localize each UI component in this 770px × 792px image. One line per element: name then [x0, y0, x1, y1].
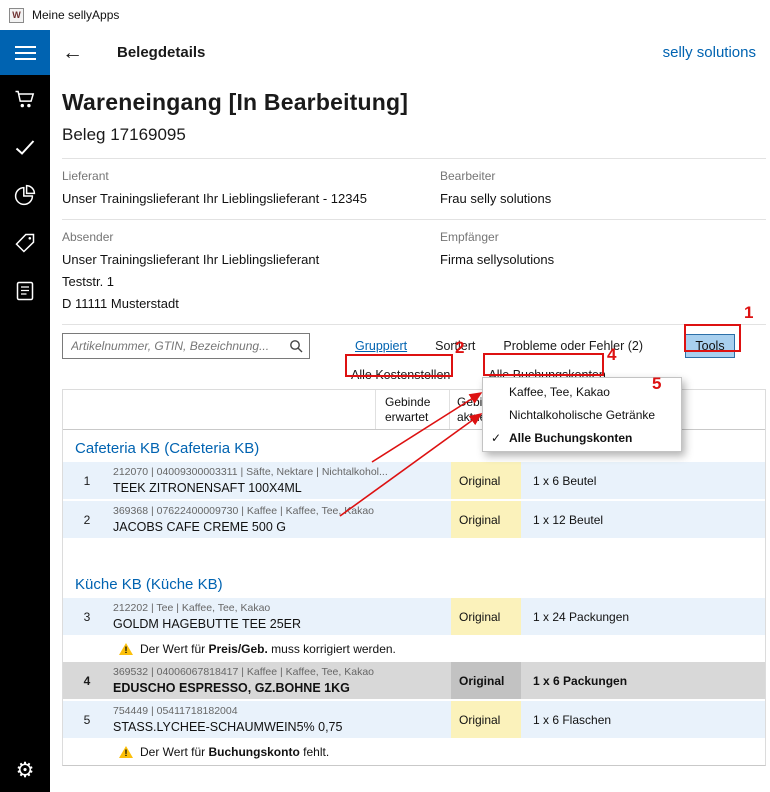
table-row[interactable]: 1 212070 | 04009300003311 | Säfte, Nekta…	[63, 462, 765, 501]
warning-row: Der Wert für Preis/Geb. muss korrigiert …	[63, 637, 765, 662]
absender-line1: Unser Trainingslieferant Ihr Lieblingsli…	[62, 249, 420, 271]
article-meta: 754449 | 05411718182004	[113, 705, 445, 717]
bearbeiter-label: Bearbeiter	[440, 169, 766, 183]
back-arrow-button[interactable]: ←	[62, 41, 92, 65]
absender-line3: D 11111 Musterstadt	[62, 293, 420, 315]
row-number: 2	[63, 501, 111, 538]
warning-icon	[119, 746, 133, 758]
article-name: EDUSCHO ESPRESSO, GZ.BOHNE 1KG	[113, 681, 445, 695]
status-cell[interactable]: Original	[451, 462, 521, 499]
warning-row: Der Wert für Buchungskonto fehlt.	[63, 740, 765, 765]
status-cell[interactable]: Original	[451, 662, 521, 699]
row-number: 1	[63, 462, 111, 499]
table-row-selected[interactable]: 4 369532 | 04006067818417 | Kaffee | Kaf…	[63, 662, 765, 701]
status-badge: Original	[451, 501, 521, 538]
page-header: ← Belegdetails selly solutions	[50, 30, 770, 75]
search-box	[62, 333, 310, 359]
article-name: GOLDM HAGEBUTTE TEE 25ER	[113, 617, 445, 631]
menu-item-nichtalkoholische-getraenke[interactable]: Nichtalkoholische Getränke	[483, 403, 681, 426]
absender-line2: Teststr. 1	[62, 271, 420, 293]
status-badge: Original	[451, 598, 521, 635]
quantity-cell: 1 x 6 Flaschen	[521, 701, 765, 738]
tab-gruppiert[interactable]: Gruppiert	[355, 339, 407, 353]
cart-icon[interactable]	[0, 75, 50, 123]
hamburger-menu-button[interactable]	[0, 30, 50, 75]
document-number: Beleg 17169095	[62, 125, 766, 145]
group-header-kueche: Küche KB (Küche KB)	[63, 540, 765, 598]
tools-button[interactable]: Tools	[685, 334, 735, 358]
row-description: 212202 | Tee | Kaffee, Tee, Kakao GOLDM …	[111, 598, 451, 635]
row-description: 369532 | 04006067818417 | Kaffee | Kaffe…	[111, 662, 451, 699]
status-cell[interactable]: Original	[451, 701, 521, 738]
empfaenger-value: Firma sellysolutions	[440, 249, 766, 271]
sidebar-spacer	[0, 315, 50, 748]
article-meta: 369368 | 07622400009730 | Kaffee | Kaffe…	[113, 505, 445, 517]
toolbar: Gruppiert Sortiert Probleme oder Fehler …	[62, 333, 766, 359]
quantity-cell: 1 x 6 Beutel	[521, 462, 765, 499]
document-title: Wareneingang [In Bearbeitung]	[62, 89, 766, 116]
quantity-cell: 1 x 6 Packungen	[521, 662, 765, 699]
status-badge: Original	[451, 662, 521, 699]
column-separator	[449, 390, 450, 429]
table-row[interactable]: 3 212202 | Tee | Kaffee, Tee, Kakao GOLD…	[63, 598, 765, 637]
empfaenger-label: Empfänger	[440, 230, 766, 244]
menu-item-alle-buchungskonten[interactable]: ✓ Alle Buchungskonten	[483, 426, 681, 449]
gear-icon[interactable]: ⚙	[0, 748, 50, 792]
menu-item-kaffee-tee-kakao[interactable]: Kaffee, Tee, Kakao	[483, 380, 681, 403]
sidebar: ⚙	[0, 30, 50, 792]
article-name: JACOBS CAFE CREME 500 G	[113, 520, 445, 534]
tab-sortiert[interactable]: Sortiert	[435, 339, 475, 353]
divider	[62, 324, 766, 325]
warning-icon	[119, 643, 133, 655]
warning-text: Der Wert für Preis/Geb. muss korrigiert …	[140, 642, 396, 656]
row-number: 4	[63, 662, 111, 699]
status-cell[interactable]: Original	[451, 501, 521, 538]
kostenstellen-dropdown[interactable]: Alle Kostenstellen	[351, 368, 450, 382]
table-row[interactable]: 5 754449 | 05411718182004 STASS.LYCHEE-S…	[63, 701, 765, 740]
tab-probleme-oder-fehler[interactable]: Probleme oder Fehler (2)	[503, 339, 643, 353]
ledger-icon[interactable]	[0, 267, 50, 315]
field-row-2: Absender Unser Trainingslieferant Ihr Li…	[62, 220, 766, 324]
article-meta: 369532 | 04006067818417 | Kaffee | Kaffe…	[113, 666, 445, 678]
search-input[interactable]	[62, 333, 310, 359]
app-window: W Meine sellyApps ⚙ ← Belegdetails selly…	[0, 0, 770, 792]
lieferant-label: Lieferant	[62, 169, 420, 183]
warning-text: Der Wert für Buchungskonto fehlt.	[140, 745, 329, 759]
article-name: TEEK ZITRONENSAFT 100X4ML	[113, 481, 445, 495]
check-icon: ✓	[491, 431, 501, 445]
lieferant-value: Unser Trainingslieferant Ihr Lieblingsli…	[62, 188, 420, 210]
column-header-gebinde-erwartet[interactable]: Gebindeerwartet	[385, 395, 430, 425]
app-logo-icon: W	[9, 8, 24, 23]
brand-text: selly solutions	[663, 44, 756, 61]
bearbeiter-value: Frau selly solutions	[440, 188, 766, 210]
field-row-1: Lieferant Unser Trainingslieferant Ihr L…	[62, 159, 766, 219]
search-icon	[289, 339, 303, 358]
buchungskonten-dropdown-menu: Kaffee, Tee, Kakao Nichtalkoholische Get…	[482, 377, 682, 452]
article-meta: 212202 | Tee | Kaffee, Tee, Kakao	[113, 602, 445, 614]
table-row[interactable]: 2 369368 | 07622400009730 | Kaffee | Kaf…	[63, 501, 765, 540]
article-meta: 212070 | 04009300003311 | Säfte, Nektare…	[113, 466, 445, 478]
absender-label: Absender	[62, 230, 420, 244]
status-cell[interactable]: Original	[451, 598, 521, 635]
row-description: 754449 | 05411718182004 STASS.LYCHEE-SCH…	[111, 701, 451, 738]
quantity-cell: 1 x 12 Beutel	[521, 501, 765, 538]
row-description: 212070 | 04009300003311 | Säfte, Nektare…	[111, 462, 451, 499]
page-title: Belegdetails	[117, 44, 205, 61]
price-tag-icon[interactable]	[0, 219, 50, 267]
row-number: 5	[63, 701, 111, 738]
row-description: 369368 | 07622400009730 | Kaffee | Kaffe…	[111, 501, 451, 538]
status-badge: Original	[451, 701, 521, 738]
pie-chart-icon[interactable]	[0, 171, 50, 219]
quantity-cell: 1 x 24 Packungen	[521, 598, 765, 635]
row-number: 3	[63, 598, 111, 635]
app-title: Meine sellyApps	[32, 8, 119, 22]
checkmark-icon[interactable]	[0, 123, 50, 171]
titlebar: W Meine sellyApps	[0, 0, 770, 30]
article-name: STASS.LYCHEE-SCHAUMWEIN5% 0,75	[113, 720, 445, 734]
column-separator	[375, 390, 376, 429]
status-badge: Original	[451, 462, 521, 499]
